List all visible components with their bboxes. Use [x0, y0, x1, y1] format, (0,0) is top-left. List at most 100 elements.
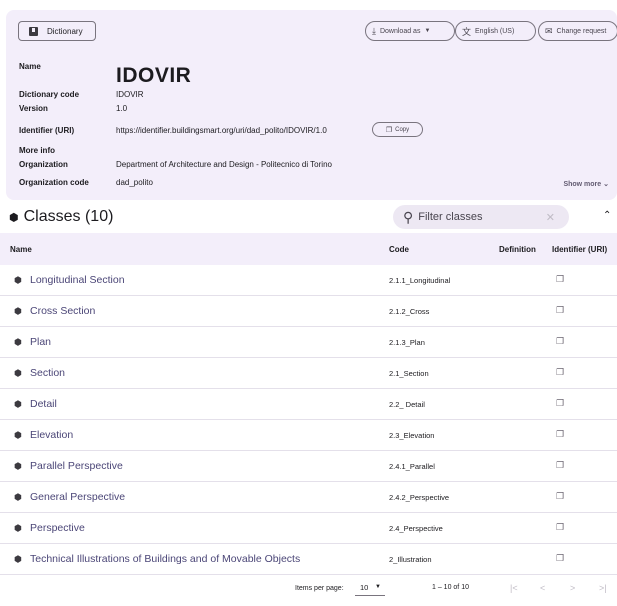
change-request-label: Change request: [556, 27, 607, 35]
version-value: 1.0: [116, 104, 128, 113]
cube-icon: ⬢: [14, 461, 22, 471]
table-row[interactable]: ⬢ Section 2.1_Section ❐: [0, 358, 617, 389]
class-name-link[interactable]: Detail: [30, 398, 57, 410]
table-row[interactable]: ⬢ General Perspective 2.4.2_Perspective …: [0, 482, 617, 513]
copy-icon[interactable]: ❐: [556, 274, 564, 285]
page-title: IDOVIR: [116, 64, 192, 87]
table-header: Name Code Definition Identifier (URI): [0, 233, 617, 265]
table-row[interactable]: ⬢ Detail 2.2_ Detail ❐: [0, 389, 617, 420]
filter-placeholder: Filter classes: [418, 211, 483, 223]
book-icon: [29, 26, 38, 36]
prev-page-icon[interactable]: <: [540, 583, 545, 593]
copy-icon[interactable]: ❐: [556, 336, 564, 347]
copy-icon[interactable]: ❐: [556, 398, 564, 409]
dictionary-code-value: IDOVIR: [116, 90, 144, 99]
uri-value: https://identifier.buildingsmart.org/uri…: [116, 126, 327, 135]
class-name-link[interactable]: Parallel Perspective: [30, 460, 123, 472]
classes-title: Classes (10): [23, 208, 114, 225]
organization-code-label: Organization code: [19, 178, 89, 187]
download-icon: ⤓: [372, 25, 376, 36]
column-code[interactable]: Code: [389, 245, 409, 254]
class-name-link[interactable]: Section: [30, 367, 65, 379]
filter-classes-input[interactable]: ⚲ Filter classes ✕: [393, 205, 569, 229]
class-name-link[interactable]: Longitudinal Section: [30, 274, 125, 286]
copy-icon: ❐: [385, 126, 393, 134]
column-definition[interactable]: Definition: [499, 245, 536, 254]
cube-icon: ⬢: [14, 275, 22, 285]
copy-icon[interactable]: ❐: [556, 460, 564, 471]
class-code: 2.4.2_Perspective: [389, 493, 450, 502]
clear-icon[interactable]: ✕: [546, 211, 555, 224]
cube-icon: ⬢: [14, 492, 22, 502]
class-code: 2.1.1_Longitudinal: [389, 276, 451, 285]
class-code: 2.4_Perspective: [389, 524, 443, 533]
download-as-button[interactable]: ⤓ Download as ▼: [365, 21, 455, 41]
organization-code-value: dad_polito: [116, 178, 153, 187]
collapse-icon[interactable]: ⌃: [603, 210, 611, 221]
class-name-link[interactable]: Perspective: [30, 522, 85, 534]
dictionary-card: Dictionary ⤓ Download as ▼ 文 English (US…: [6, 10, 617, 200]
class-name-link[interactable]: Cross Section: [30, 305, 95, 317]
uri-label: Identifier (URI): [19, 126, 75, 135]
cube-icon: ⬢: [14, 430, 22, 440]
cube-icon: ⬢: [14, 337, 22, 347]
copy-label: Copy: [395, 126, 410, 133]
search-icon: ⚲: [403, 208, 414, 225]
table-row[interactable]: ⬢ Longitudinal Section 2.1.1_Longitudina…: [0, 265, 617, 296]
show-more-button[interactable]: Show more ⌄: [563, 180, 609, 188]
version-label: Version: [19, 104, 48, 113]
copy-icon[interactable]: ❐: [556, 553, 564, 564]
table-row[interactable]: ⬢ Plan 2.1.3_Plan ❐: [0, 327, 617, 358]
next-page-icon[interactable]: >: [570, 583, 575, 593]
items-per-page-label: Items per page:: [295, 585, 344, 592]
class-code: 2_Illustration: [389, 555, 432, 564]
class-name-link[interactable]: Elevation: [30, 429, 73, 441]
copy-icon[interactable]: ❐: [556, 367, 564, 378]
class-name-link[interactable]: Plan: [30, 336, 51, 348]
copy-uri-button[interactable]: ❐ Copy: [372, 122, 423, 137]
table-row[interactable]: ⬢ Perspective 2.4_Perspective ❐: [0, 513, 617, 544]
language-label: English (US): [475, 27, 515, 35]
class-code: 2.4.1_Parallel: [389, 462, 435, 471]
copy-icon[interactable]: ❐: [556, 522, 564, 533]
cube-icon: ⬢: [14, 368, 22, 378]
class-name-link[interactable]: General Perspective: [30, 491, 125, 503]
last-page-icon[interactable]: >|: [599, 583, 607, 593]
class-code: 2.1.3_Plan: [389, 338, 425, 347]
table-row[interactable]: ⬢ Elevation 2.3_Elevation ❐: [0, 420, 617, 451]
change-request-button[interactable]: ✉ Change request: [538, 21, 617, 41]
language-button[interactable]: 文 English (US): [455, 21, 536, 41]
copy-icon[interactable]: ❐: [556, 305, 564, 316]
organization-label: Organization: [19, 160, 68, 169]
translate-icon: 文: [462, 26, 472, 37]
copy-icon[interactable]: ❐: [556, 429, 564, 440]
dictionary-button[interactable]: Dictionary: [18, 21, 96, 41]
table-row[interactable]: ⬢ Technical Illustrations of Buildings a…: [0, 544, 617, 575]
organization-value: Department of Architecture and Design - …: [116, 160, 332, 169]
column-name[interactable]: Name: [10, 245, 32, 254]
chevron-down-icon: ⌄: [603, 181, 609, 188]
cube-icon: ⬢: [14, 306, 22, 316]
first-page-icon[interactable]: |<: [510, 583, 518, 593]
chevron-down-icon: ▼: [424, 28, 431, 34]
class-code: 2.1_Section: [389, 369, 429, 378]
page-range: 1 – 10 of 10: [432, 584, 469, 591]
cube-icon: ⬢: [9, 211, 19, 224]
classes-heading: ⬢ Classes (10): [9, 208, 113, 226]
dictionary-button-label: Dictionary: [47, 26, 83, 36]
chevron-down-icon[interactable]: ▼: [375, 584, 381, 590]
class-code: 2.1.2_Cross: [389, 307, 430, 316]
cube-icon: ⬢: [14, 554, 22, 564]
class-name-link[interactable]: Technical Illustrations of Buildings and…: [30, 553, 300, 565]
page: Dictionary ⤓ Download as ▼ 文 English (US…: [0, 0, 617, 606]
table-row[interactable]: ⬢ Cross Section 2.1.2_Cross ❐: [0, 296, 617, 327]
more-info-label: More info: [19, 146, 55, 155]
download-label: Download as: [379, 27, 421, 35]
dictionary-code-label: Dictionary code: [19, 90, 80, 99]
name-label: Name: [19, 62, 41, 71]
class-code: 2.2_ Detail: [389, 400, 425, 409]
copy-icon[interactable]: ❐: [556, 491, 564, 502]
column-uri[interactable]: Identifier (URI): [552, 245, 607, 254]
cube-icon: ⬢: [14, 523, 22, 533]
table-row[interactable]: ⬢ Parallel Perspective 2.4.1_Parallel ❐: [0, 451, 617, 482]
